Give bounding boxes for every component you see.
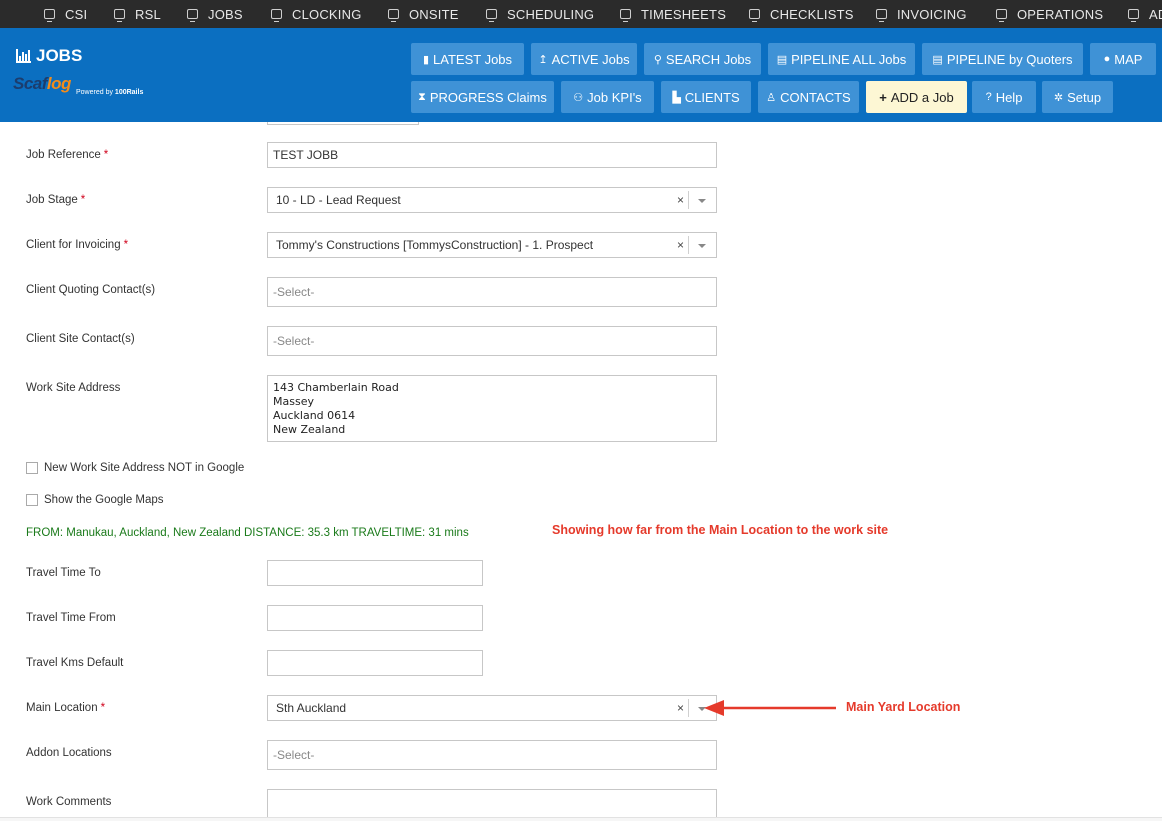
client-site-label: Client Site Contact(s) — [26, 333, 135, 345]
gauge-icon: ⚇ — [573, 91, 584, 104]
chevron-down-icon[interactable] — [698, 199, 706, 203]
travel-kms-input[interactable] — [267, 650, 483, 676]
job-reference-input[interactable]: TEST JOBB — [267, 142, 717, 168]
arrow-up-icon: ↥ — [538, 53, 548, 66]
clear-icon[interactable]: × — [677, 193, 684, 207]
bottom-edge — [0, 817, 1162, 821]
not-in-google-checkbox[interactable]: New Work Site Address NOT in Google — [26, 462, 244, 474]
job-kpis-button[interactable]: ⚇ Job KPI's — [561, 81, 654, 113]
book-icon: ▮ — [422, 53, 430, 66]
plus-icon: + — [879, 89, 887, 105]
factory-icon: ▙ — [672, 91, 681, 104]
bar-chart-icon — [16, 49, 31, 63]
show-google-maps-checkbox[interactable]: Show the Google Maps — [26, 494, 164, 506]
pipeline-all-jobs-button[interactable]: ▤ PIPELINE ALL Jobs — [768, 43, 915, 75]
question-icon: ? — [985, 91, 992, 103]
map-button[interactable]: ● MAP — [1090, 43, 1156, 75]
box-icon — [1128, 9, 1139, 22]
client-invoicing-select[interactable]: Tommy's Constructions [TommysConstructio… — [267, 232, 717, 258]
list-icon: ▤ — [776, 53, 788, 66]
box-icon — [114, 9, 125, 22]
latest-jobs-button[interactable]: ▮ LATEST Jobs — [411, 43, 524, 75]
add-a-job-button[interactable]: + ADD a Job — [866, 81, 967, 113]
addon-locations-label: Addon Locations — [26, 747, 112, 759]
work-site-textarea[interactable]: 143 Chamberlain Road Massey Auckland 061… — [267, 375, 717, 442]
monitor-icon — [486, 9, 497, 22]
active-jobs-button[interactable]: ↥ ACTIVE Jobs — [531, 43, 637, 75]
client-site-select[interactable]: -Select- — [267, 326, 717, 356]
travel-kms-label: Travel Kms Default — [26, 657, 124, 669]
monitor-icon — [749, 9, 760, 22]
job-form: Job Reference * TEST JOBB Job Stage * 10 -… — [0, 122, 1162, 821]
travel-time-to-input[interactable] — [267, 560, 483, 586]
scaflog-logo: Scaflog Powered by 100Rails — [13, 74, 143, 96]
globe-icon: ● — [1103, 53, 1111, 65]
pipeline-by-quoters-button[interactable]: ▤ PIPELINE by Quoters — [922, 43, 1083, 75]
clear-icon[interactable]: × — [677, 238, 684, 252]
top-nav: CSI RSL JOBS CLOCKING ONSITE SCHEDULING … — [0, 0, 1162, 28]
travel-time-to-label: Travel Time To — [26, 567, 101, 579]
topnav-csi[interactable]: CSI — [44, 7, 87, 22]
main-location-select[interactable]: Sth Auckland × — [267, 695, 717, 721]
client-quoting-label: Client Quoting Contact(s) — [26, 284, 156, 296]
list-icon: ▤ — [932, 53, 943, 66]
addon-locations-select[interactable]: -Select- — [267, 740, 717, 770]
topnav-checklists[interactable]: CHECKLISTS — [749, 7, 854, 22]
main-yard-annotation: Main Yard Location — [846, 700, 961, 714]
monitor-icon — [187, 9, 198, 22]
search-icon: ⚲ — [653, 53, 662, 66]
main-location-label: Main Location * — [26, 702, 106, 714]
work-comments-label: Work Comments — [26, 796, 112, 808]
search-jobs-button[interactable]: ⚲ SEARCH Jobs — [644, 43, 761, 75]
topnav-invoicing[interactable]: INVOICING — [876, 7, 967, 22]
box-icon — [388, 9, 399, 22]
topnav-rsl[interactable]: RSL — [114, 7, 161, 22]
monitor-icon — [271, 9, 282, 22]
job-stage-select[interactable]: 10 - LD - Lead Request × — [267, 187, 717, 213]
help-button[interactable]: ? Help — [972, 81, 1036, 113]
contacts-button[interactable]: ♙ CONTACTS — [758, 81, 859, 113]
page-title: JOBS — [16, 46, 82, 66]
topnav-admin[interactable]: AD — [1128, 7, 1162, 22]
cog-icon: ✲ — [1053, 91, 1064, 104]
job-stage-label: Job Stage * — [26, 194, 86, 206]
clients-button[interactable]: ▙ CLIENTS — [661, 81, 751, 113]
distance-annotation: Showing how far from the Main Location t… — [552, 523, 889, 537]
chevron-down-icon[interactable] — [698, 244, 706, 248]
topnav-operations[interactable]: OPERATIONS — [996, 7, 1103, 22]
logo-wordmark: Scaflog — [13, 74, 71, 93]
setup-button[interactable]: ✲ Setup — [1042, 81, 1113, 113]
monitor-icon — [996, 9, 1007, 22]
person-icon: ♙ — [766, 91, 777, 104]
topnav-clocking[interactable]: CLOCKING — [271, 7, 362, 22]
gear-icon — [44, 9, 55, 22]
client-quoting-select[interactable]: -Select- — [267, 277, 717, 307]
job-reference-label: Job Reference * — [26, 149, 109, 161]
topnav-jobs[interactable]: JOBS — [187, 7, 243, 22]
topnav-timesheets[interactable]: TIMESHEETS — [620, 7, 726, 22]
work-site-label: Work Site Address — [26, 382, 121, 394]
distance-info: FROM: Manukau, Auckland, New Zealand DIS… — [26, 527, 469, 539]
hourglass-icon: ⧗ — [418, 90, 426, 103]
previous-field-edge — [267, 122, 419, 125]
clear-icon[interactable]: × — [677, 701, 684, 715]
client-invoicing-label: Client for Invoicing * — [26, 239, 129, 251]
travel-time-from-label: Travel Time From — [26, 612, 116, 624]
work-comments-input[interactable] — [267, 789, 717, 817]
monitor-icon — [620, 9, 631, 22]
topnav-scheduling[interactable]: SCHEDULING — [486, 7, 594, 22]
box-icon — [876, 9, 887, 22]
progress-claims-button[interactable]: ⧗ PROGRESS Claims — [411, 81, 554, 113]
powered-by: Powered by 100Rails — [76, 89, 144, 96]
red-arrow-icon — [704, 700, 836, 716]
travel-time-from-input[interactable] — [267, 605, 483, 631]
topnav-onsite[interactable]: ONSITE — [388, 7, 459, 22]
